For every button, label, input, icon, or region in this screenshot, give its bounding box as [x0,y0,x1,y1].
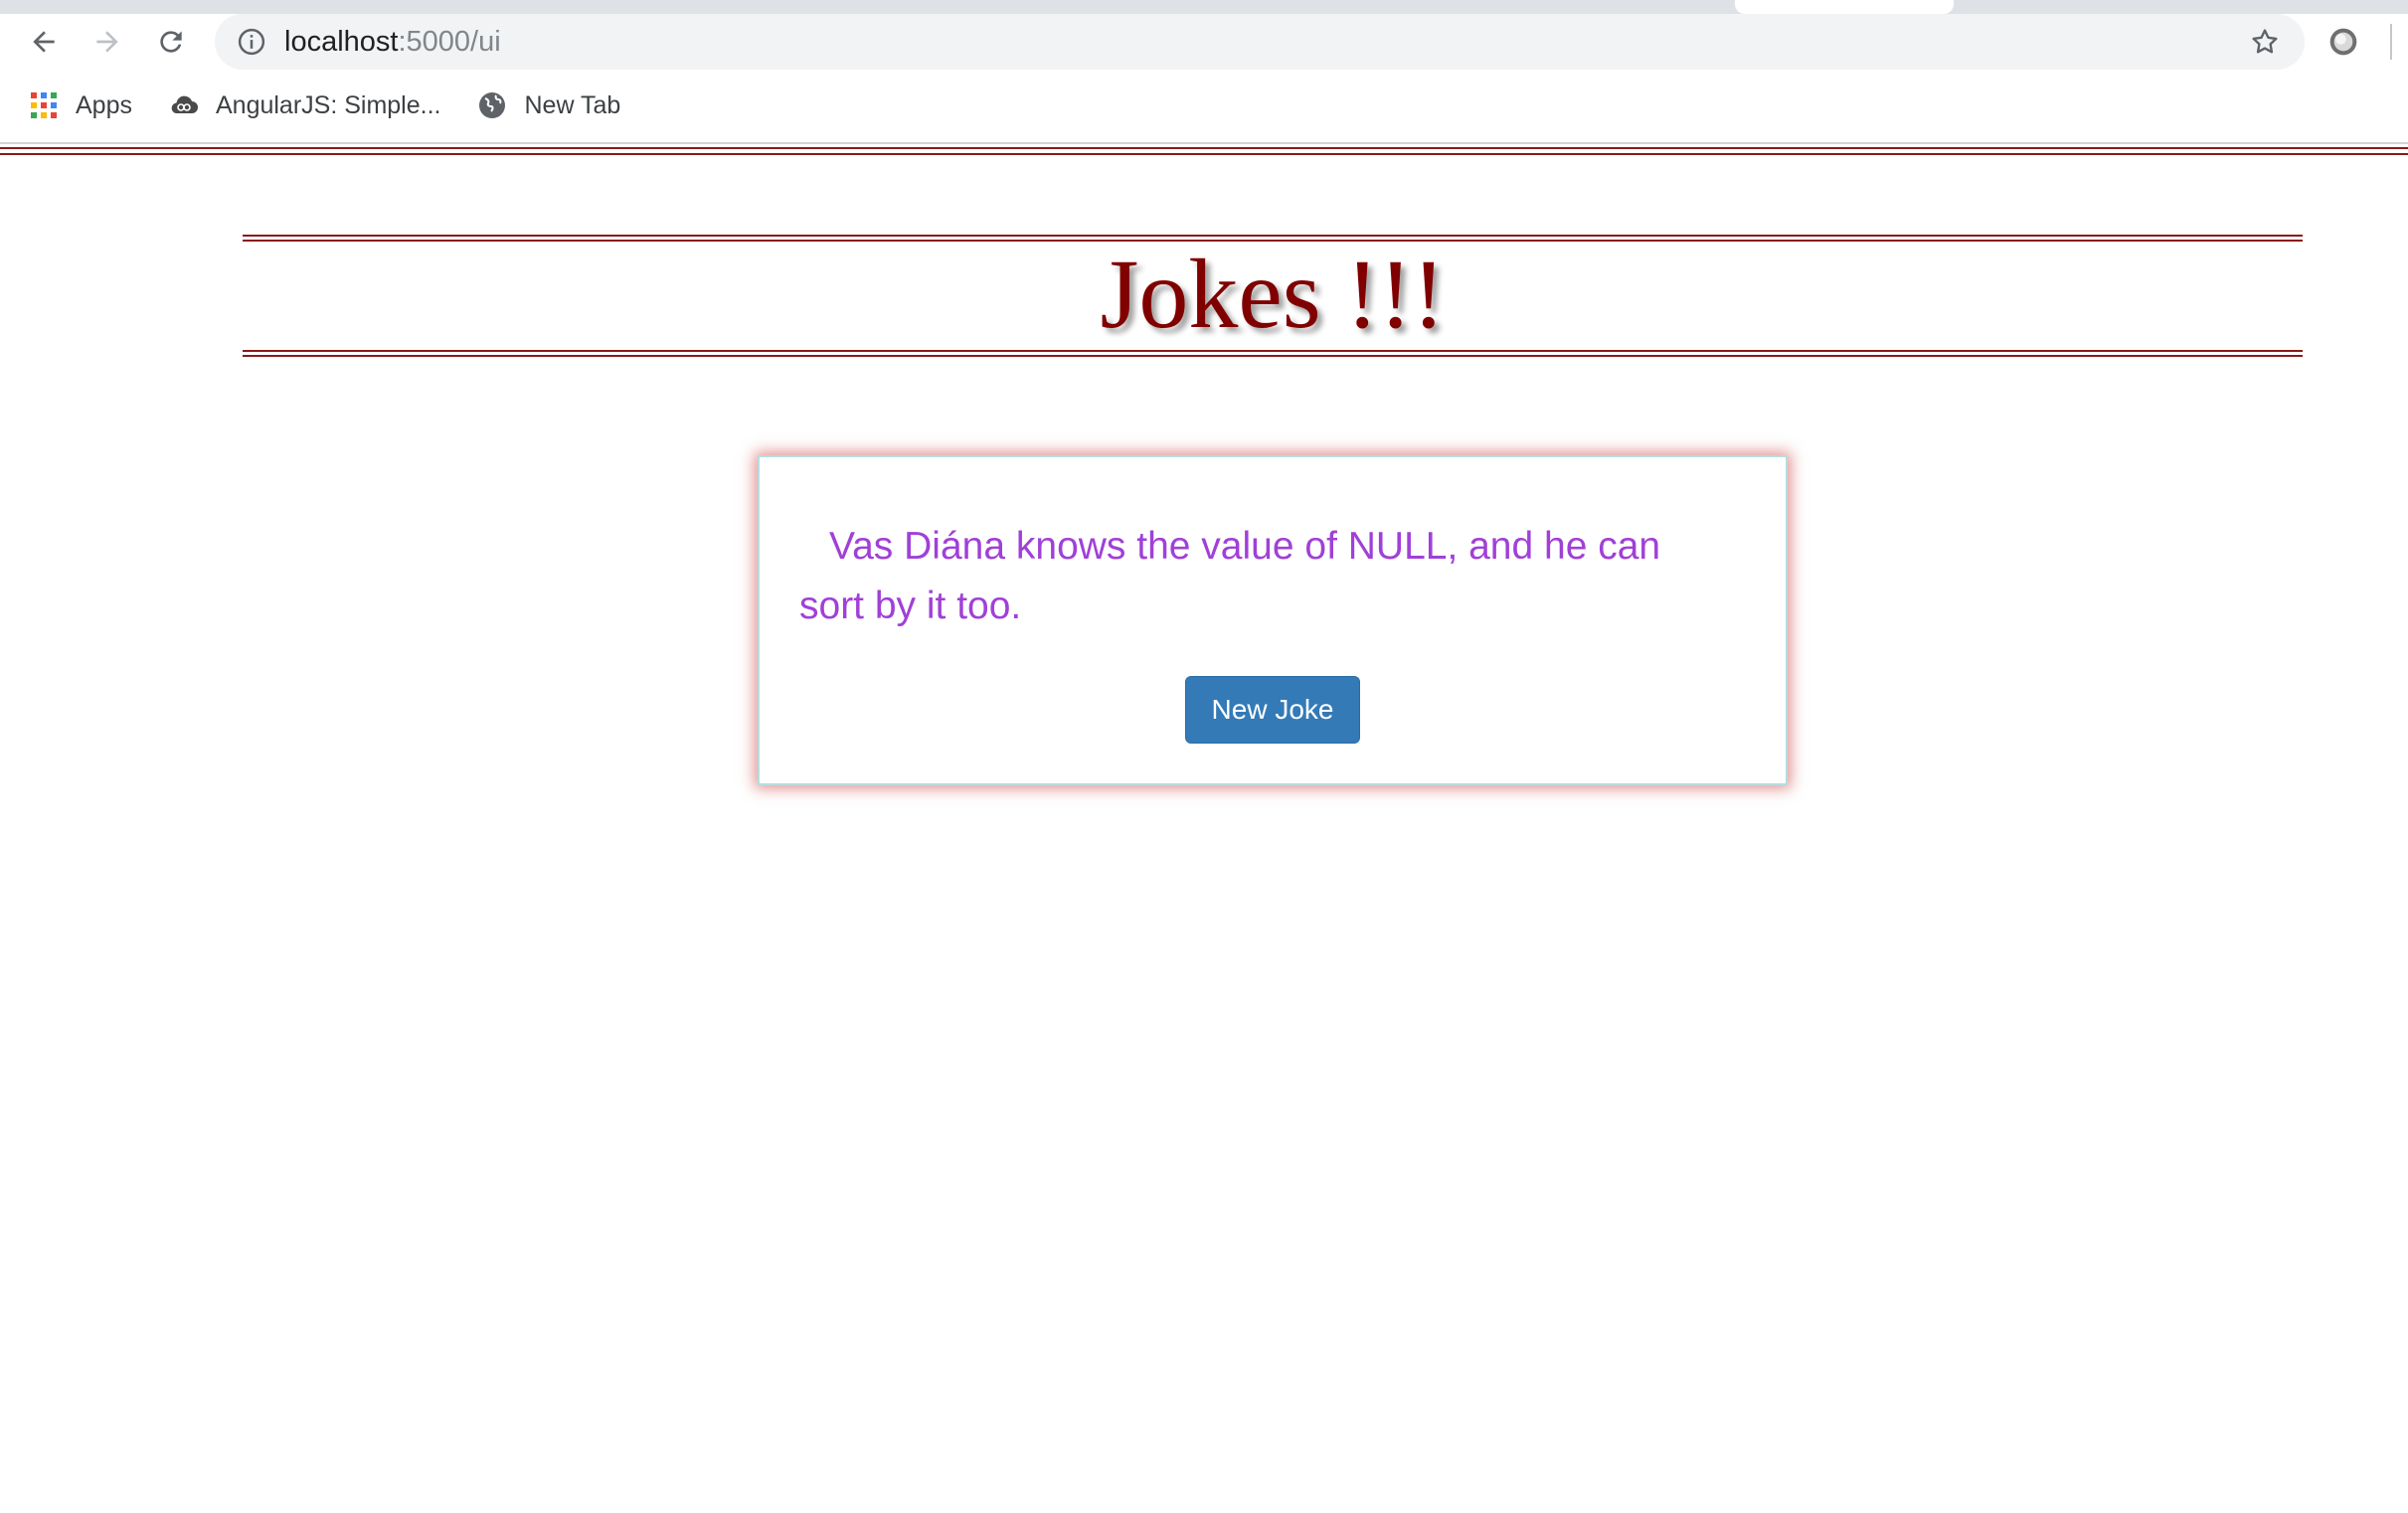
bookmarks-bar: Apps AngularJS: Simple... New Tab [0,84,2408,127]
bookmark-apps[interactable]: Apps [28,84,132,127]
toolbar-separator [2390,24,2392,60]
cloud-icon [168,89,200,121]
bookmark-angularjs[interactable]: AngularJS: Simple... [168,84,441,127]
back-button[interactable] [16,14,72,70]
bookmark-star-icon[interactable] [2249,26,2281,58]
forward-button[interactable] [80,14,135,70]
reload-button[interactable] [143,14,199,70]
bookmark-label: New Tab [524,90,621,119]
arrow-left-icon [33,31,55,53]
bookmark-label: Apps [76,90,132,119]
url-text: localhost:5000/ui [284,26,501,59]
info-icon[interactable] [237,27,266,57]
joke-card: Vas Diána knows the value of NULL, and h… [758,455,1788,785]
joke-text: Vas Diána knows the value of NULL, and h… [799,525,1661,627]
header-rule-bottom [243,350,2303,357]
globe-icon [476,89,508,121]
tab-strip [0,0,2408,14]
profile-icon[interactable] [2327,26,2359,58]
address-bar[interactable]: localhost:5000/ui [215,14,2305,70]
toolbar-divider [0,142,2408,144]
apps-grid-icon [28,89,60,121]
new-joke-button[interactable]: New Joke [1185,676,1360,744]
url-host: localhost [284,25,399,58]
page-title: Jokes !!! [1100,239,1446,349]
page-top-rule [0,147,2408,155]
bookmark-label: AngularJS: Simple... [215,90,441,119]
active-tab[interactable] [1735,0,1954,14]
bookmark-new-tab[interactable]: New Tab [476,84,620,127]
reload-icon [160,31,182,53]
arrow-right-icon [96,31,118,53]
url-path: :5000/ui [398,25,501,58]
